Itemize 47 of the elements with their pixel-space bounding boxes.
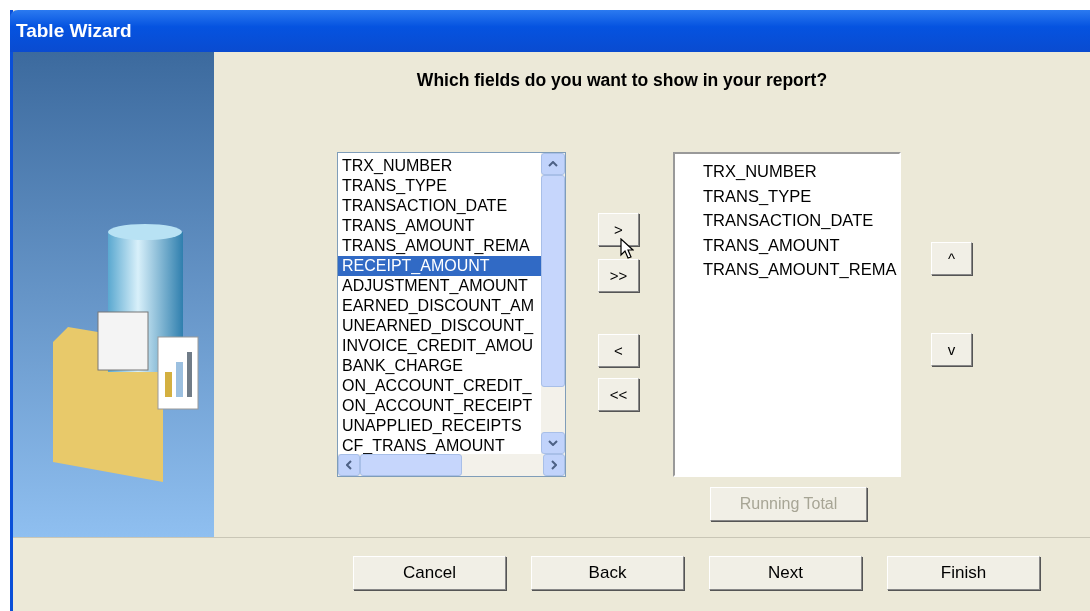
available-fields-list[interactable] bbox=[337, 152, 566, 477]
field-list-item[interactable]: TRANS_TYPE bbox=[703, 183, 899, 208]
chevron-left-icon bbox=[346, 460, 352, 470]
question-heading: Which fields do you want to show in your report? bbox=[415, 69, 829, 91]
mouse-pointer-icon bbox=[620, 238, 634, 260]
wizard-button[interactable]: Cancel bbox=[353, 556, 506, 590]
horizontal-scrollbar[interactable] bbox=[338, 454, 565, 476]
move-button[interactable]: >> bbox=[598, 259, 639, 292]
scroll-up-button[interactable] bbox=[541, 153, 565, 175]
move-button[interactable]: > bbox=[598, 213, 639, 246]
move-button[interactable]: << bbox=[598, 378, 639, 411]
field-list-item[interactable]: ADJUSTMENT_AMOUNT bbox=[338, 276, 541, 296]
field-list-item[interactable]: RECEIPT_AMOUNT bbox=[338, 256, 541, 276]
vertical-scrollbar[interactable] bbox=[541, 153, 565, 454]
selected-fields-list[interactable]: TRX_NUMBER TRANS_TYPE TRANSACTION_DATE TRANS_AMOUNT TRANS_AMOUNT_REMA bbox=[673, 152, 901, 477]
wizard-button[interactable]: Finish bbox=[887, 556, 1040, 590]
scroll-right-button[interactable] bbox=[543, 454, 565, 476]
scroll-thumb[interactable] bbox=[541, 175, 565, 387]
field-list-item[interactable]: TRX_NUMBER bbox=[338, 156, 541, 176]
scroll-left-button[interactable] bbox=[338, 454, 360, 476]
chevron-right-icon bbox=[551, 460, 557, 470]
chevron-down-icon bbox=[548, 440, 558, 446]
field-list-item[interactable]: TRANS_TYPE bbox=[338, 176, 541, 196]
field-list-item[interactable]: TRANS_AMOUNT bbox=[338, 216, 541, 236]
field-list-item[interactable]: INVOICE_CREDIT_AMOU bbox=[338, 336, 541, 356]
field-list-item[interactable]: TRANSACTION_DATE bbox=[338, 196, 541, 216]
wizard-button[interactable]: Next bbox=[709, 556, 862, 590]
field-list-item[interactable]: UNEARNED_DISCOUNT_ bbox=[338, 316, 541, 336]
window-title: Table Wizard bbox=[16, 20, 132, 42]
scroll-thumb[interactable] bbox=[360, 454, 462, 476]
field-list-item[interactable]: TRANS_AMOUNT_REMA bbox=[703, 257, 899, 282]
scroll-down-button[interactable] bbox=[541, 432, 565, 454]
field-list-item[interactable]: EARNED_DISCOUNT_AM bbox=[338, 296, 541, 316]
field-list-item[interactable]: ON_ACCOUNT_CREDIT_ bbox=[338, 376, 541, 396]
field-list-item[interactable]: UNAPPLIED_RECEIPTS bbox=[338, 416, 541, 436]
wizard-button[interactable]: Back bbox=[531, 556, 684, 590]
field-list-item[interactable]: TRANSACTION_DATE bbox=[703, 208, 899, 233]
field-list-item[interactable]: TRX_NUMBER bbox=[703, 159, 899, 184]
chevron-up-icon bbox=[548, 161, 558, 167]
move-button[interactable]: < bbox=[598, 334, 639, 367]
field-list-item[interactable]: TRANS_AMOUNT_REMA bbox=[338, 236, 541, 256]
reorder-button[interactable]: ^ bbox=[931, 242, 972, 275]
field-list-item[interactable]: TRANS_AMOUNT bbox=[703, 232, 899, 257]
field-list-item[interactable]: ON_ACCOUNT_RECEIPT bbox=[338, 396, 541, 416]
field-list-item[interactable]: CF_TRANS_AMOUNT bbox=[338, 436, 541, 454]
reorder-button[interactable]: v bbox=[931, 333, 972, 366]
field-list-item[interactable]: BANK_CHARGE bbox=[338, 356, 541, 376]
